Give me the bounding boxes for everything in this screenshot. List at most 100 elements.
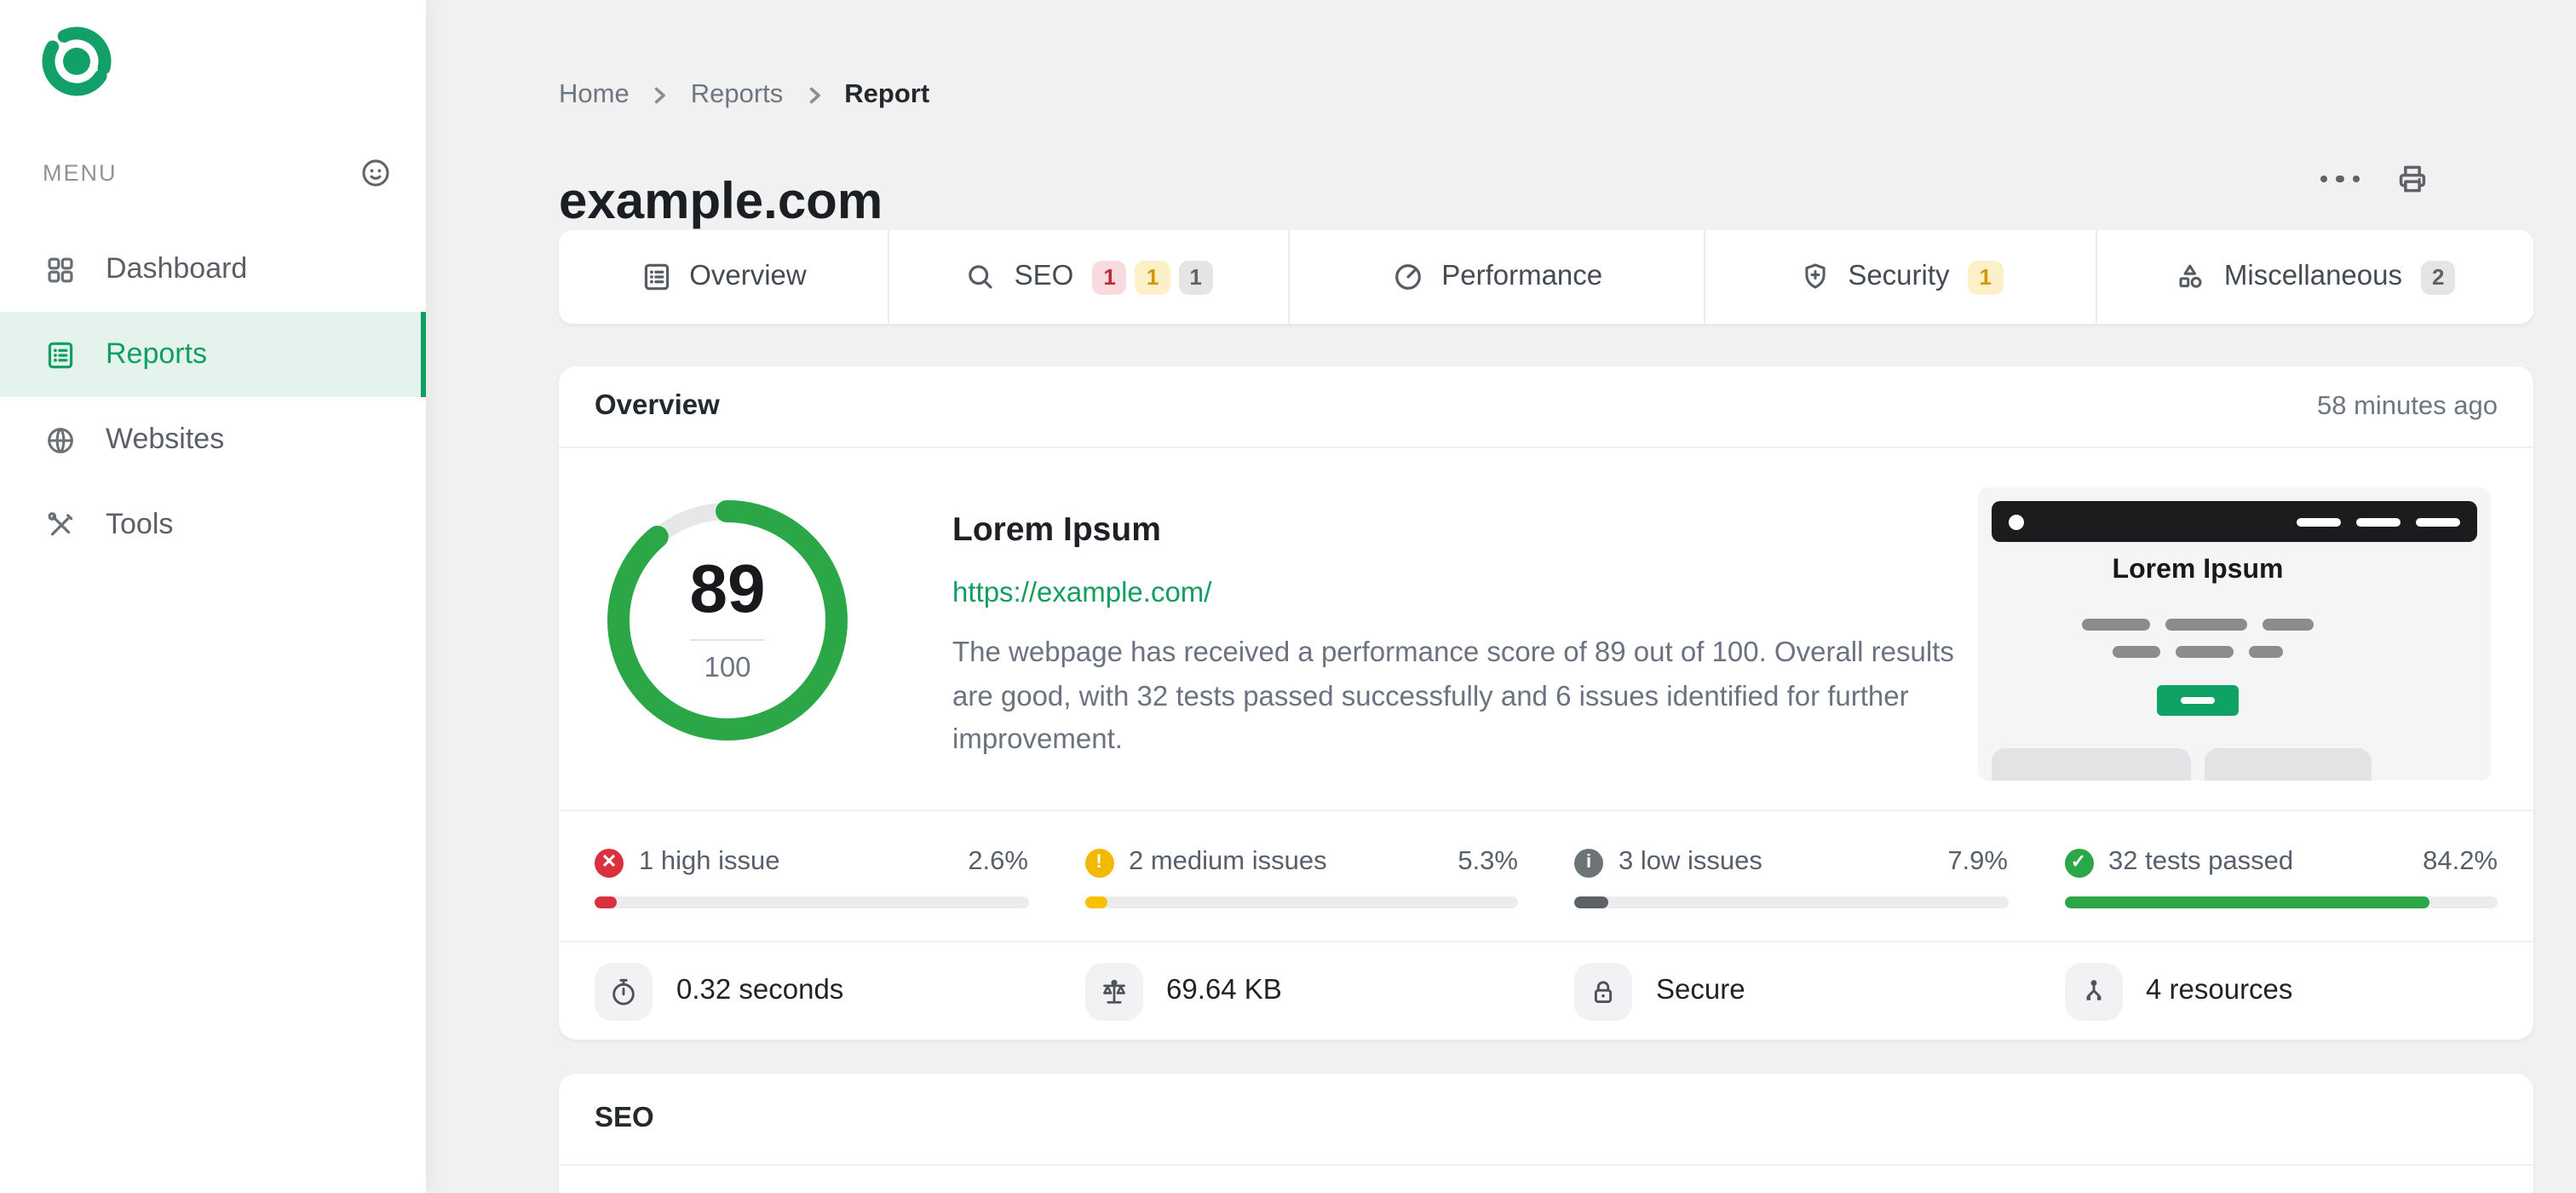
search-icon [965,261,998,293]
more-options-icon[interactable] [2320,162,2360,196]
seo-card-header: SEO [559,1074,2533,1166]
metric-page-size: 69.64 KB [1084,962,1518,1020]
tab-performance[interactable]: Performance [1288,230,1705,324]
medium-issue-icon: ! [1084,848,1113,877]
tab-label: SEO [1014,261,1074,291]
sidebar-item-label: Dashboard [106,252,248,285]
score-max: 100 [704,653,751,683]
score-divider [690,639,765,641]
progress-track [595,896,1028,908]
thumbnail-card-placeholder [2205,748,2372,781]
metric-label: 0.32 seconds [676,975,844,1006]
site-description: The webpage has received a performance s… [952,637,1954,755]
thumbnail-text-lines [1978,619,2418,631]
scale-icon [1084,962,1142,1020]
thumbnail-card-placeholder [1992,748,2191,781]
seo-card: SEO [559,1074,2533,1193]
thumbnail-heading: Lorem Ipsum [2112,556,2284,585]
tab-miscellaneous[interactable]: Miscellaneous 2 [2095,230,2533,324]
sidebar-item-label: Websites [106,423,225,455]
tab-badges: 2 [2421,260,2456,294]
app-logo-icon[interactable] [37,22,116,101]
tab-badges: 1 1 1 [1092,260,1213,294]
metric-security: Secure [1574,962,2008,1020]
low-issue-icon: i [1574,848,1603,877]
sidebar-item-dashboard[interactable]: Dashboard [0,227,426,312]
overview-card: Overview 58 minutes ago 89 100 Lorem Ips… [559,366,2533,1040]
sidebar: MENU Dashboard Reports Websites Tools [0,0,426,1193]
overview-card-header: Overview 58 minutes ago [559,366,2533,448]
thumbnail-cta-button [2157,685,2239,716]
shield-icon [1798,261,1831,293]
stat-label: 1 high issue [639,847,780,876]
breadcrumb-current: Report [844,80,930,109]
tab-overview[interactable]: Overview [559,230,888,324]
metric-label: Secure [1656,975,1745,1006]
sidebar-item-websites[interactable]: Websites [0,397,426,482]
chevron-right-icon [802,84,825,107]
stat-high-issues: ✕ 1 high issue 2.6% [595,811,1028,941]
score-gauge: 89 100 [603,496,852,745]
progress-track [1084,896,1518,908]
tab-label: Security [1848,261,1950,291]
tab-security[interactable]: Security 1 [1704,230,2095,324]
tab-label: Miscellaneous [2223,261,2402,291]
shapes-icon [2175,261,2207,293]
metrics-row: 0.32 seconds 69.64 KB Secure 4 resources [559,941,2533,1040]
stat-label: 2 medium issues [1129,847,1327,876]
high-issues-badge: 1 [1092,260,1127,294]
tab-seo[interactable]: SEO 1 1 1 [888,230,1288,324]
metric-label: 69.64 KB [1166,975,1282,1006]
progress-track [1574,896,2008,908]
sitemap-icon [2064,962,2122,1020]
tab-label: Performance [1441,261,1603,291]
stat-percent: 2.6% [968,847,1028,876]
sidebar-item-label: Tools [106,508,174,540]
progress-track [2064,896,2498,908]
printer-icon[interactable] [2394,160,2431,198]
site-thumbnail: Lorem Ipsum [1978,487,2491,781]
tab-badges: 1 [1968,260,2003,294]
high-issue-icon: ✕ [595,848,624,877]
tools-icon [43,509,78,541]
progress-fill [1574,896,1609,908]
breadcrumb: Home Reports Report [559,80,929,111]
card-title: Overview [595,390,720,421]
sidebar-item-reports[interactable]: Reports [0,312,426,397]
lock-icon [1574,962,1632,1020]
card-title: SEO [595,1103,654,1133]
metric-load-time: 0.32 seconds [595,962,1028,1020]
breadcrumb-reports[interactable]: Reports [691,80,784,111]
stat-low-issues: i 3 low issues 7.9% [1574,811,2008,941]
score-value: 89 [689,552,766,627]
breadcrumb-home[interactable]: Home [559,80,630,111]
persona-icon[interactable] [359,157,392,189]
gauge-icon [1392,261,1424,293]
low-issues-badge: 1 [1178,260,1213,294]
page-actions [2320,160,2431,198]
overview-icon [640,261,672,293]
thumbnail-logo-dot [2009,514,2024,529]
medium-issues-badge: 1 [1135,260,1170,294]
sidebar-item-tools[interactable]: Tools [0,482,426,568]
thumbnail-nav-links [2297,517,2460,526]
stat-tests-passed: ✓ 32 tests passed 84.2% [2064,811,2498,941]
chevron-right-icon [648,84,672,107]
thumbnail-navbar [1992,501,2477,542]
progress-fill [2064,896,2429,908]
sidebar-item-label: Reports [106,337,208,370]
site-url-link[interactable]: https://example.com/ [952,578,1211,610]
metric-label: 4 resources [2146,975,2293,1006]
progress-fill [595,896,617,908]
progress-fill [1084,896,1107,908]
stat-label: 3 low issues [1619,847,1762,876]
stopwatch-icon [595,962,653,1020]
stat-percent: 5.3% [1458,847,1518,876]
misc-count-badge: 2 [2421,260,2456,294]
app-root: MENU Dashboard Reports Websites Tools Ho… [0,0,2576,1193]
tab-label: Overview [689,261,807,291]
sidebar-menu-header: MENU [43,157,392,189]
dashboard-icon [43,253,78,285]
security-issues-badge: 1 [1968,260,2003,294]
stat-label: 32 tests passed [2108,847,2294,876]
